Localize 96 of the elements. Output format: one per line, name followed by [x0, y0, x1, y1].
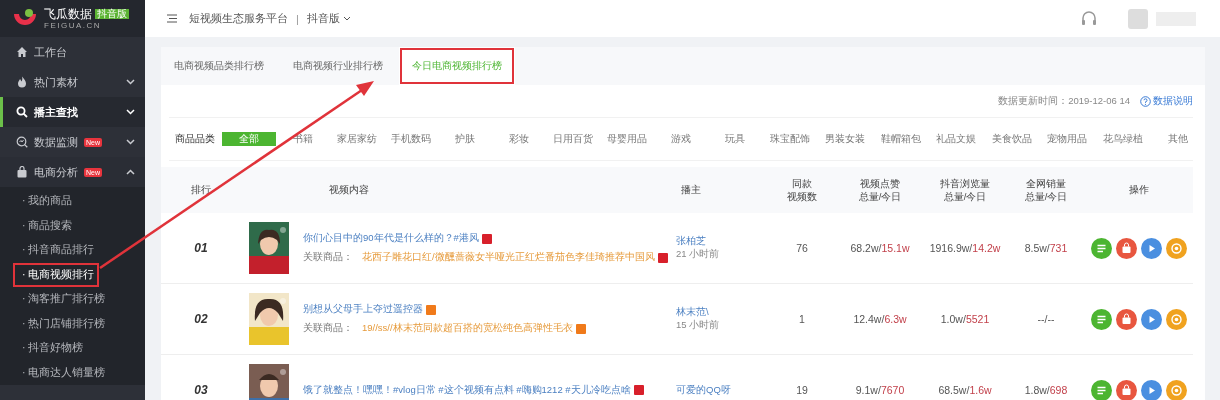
- sales-stat: --/--: [1037, 313, 1055, 325]
- sidebar-item[interactable]: 工作台: [0, 37, 145, 67]
- rank: 01: [194, 241, 208, 255]
- category-filter[interactable]: 彩妆: [492, 132, 546, 146]
- caret-icon: [126, 109, 135, 115]
- caret-icon: [126, 139, 135, 145]
- list-icon[interactable]: [1090, 308, 1112, 330]
- column-header: 播主: [681, 184, 701, 196]
- author-link[interactable]: 张柏芝: [676, 235, 706, 248]
- play-icon[interactable]: [1140, 237, 1162, 259]
- edition-badge: 抖音版: [95, 8, 129, 19]
- views-stat: 1916.9w/14.2w: [929, 242, 1001, 254]
- list-icon[interactable]: [1090, 237, 1112, 259]
- likes-stat: 68.2w/15.1w: [850, 242, 910, 254]
- caret-icon: [126, 169, 135, 175]
- bag-icon[interactable]: [1115, 237, 1137, 259]
- category-filter[interactable]: 全部: [222, 132, 276, 146]
- column-header: 抖音浏览量 总量/今日: [940, 177, 990, 202]
- category-filter[interactable]: 家居家纺: [330, 132, 384, 146]
- search-icon: [16, 106, 28, 118]
- bag-icon[interactable]: [1115, 308, 1137, 330]
- home-icon: [16, 46, 28, 58]
- views-stat: 1.0w/5521: [940, 313, 990, 325]
- category-filter[interactable]: 鞋帽箱包: [873, 132, 929, 146]
- rank: 02: [194, 312, 208, 326]
- column-header: 全网销量 总量/今日: [1024, 177, 1068, 202]
- category-filter[interactable]: 宠物用品: [1039, 132, 1095, 146]
- category-filter[interactable]: 游戏: [654, 132, 708, 146]
- category-filter[interactable]: 男装女装: [817, 132, 873, 146]
- video-title[interactable]: 别想从父母手上夺过遥控器: [303, 303, 423, 316]
- tab[interactable]: 今日电商视频排行榜: [399, 47, 515, 85]
- category-filter[interactable]: 母婴用品: [600, 132, 654, 146]
- headset-icon[interactable]: [1080, 9, 1098, 28]
- help-icon: [1140, 95, 1151, 107]
- submenu-item[interactable]: · 我的商品: [13, 189, 78, 214]
- category-filter[interactable]: 珠宝配饰: [762, 132, 818, 146]
- sales-stat: 1.8w/698: [1024, 384, 1068, 396]
- video-title[interactable]: 饿了就整点！嘿嘿！#vlog日常 #这个视频有点料 #嗨购1212 #天儿冷吃点啥: [303, 383, 631, 397]
- logo-domain: FEIGUA.CN: [44, 21, 103, 30]
- same-video-count: 19: [796, 384, 808, 396]
- post-time: 15 小时前: [676, 319, 720, 332]
- column-header: 同款 视频数: [787, 177, 817, 202]
- caret-icon: [342, 16, 351, 21]
- target-icon[interactable]: [1165, 308, 1187, 330]
- data-help-link[interactable]: 数据说明: [1140, 94, 1193, 108]
- update-time: 数据更新时间：2019-12-06 14: [998, 94, 1130, 108]
- category-filter[interactable]: 其他: [1150, 132, 1206, 146]
- submenu-item[interactable]: · 商品搜索: [13, 213, 78, 238]
- post-time: 21 小时前: [676, 248, 720, 261]
- category-filter[interactable]: 玩具: [708, 132, 762, 146]
- sales-stat: 8.5w/731: [1024, 242, 1068, 254]
- category-label: 商品品类: [175, 132, 215, 146]
- play-icon[interactable]: [1140, 379, 1162, 400]
- submenu-item[interactable]: · 淘客推广排行榜: [13, 287, 111, 312]
- likes-stat: 12.4w/6.3w: [853, 313, 907, 325]
- same-video-count: 76: [796, 242, 808, 254]
- category-filter[interactable]: 美食饮品: [984, 132, 1040, 146]
- sidebar-item[interactable]: 播主查找: [0, 97, 145, 127]
- author-link[interactable]: 林末范\: [676, 306, 709, 319]
- rank: 03: [194, 383, 208, 397]
- flame-icon: [16, 76, 28, 88]
- submenu-item[interactable]: · 抖音好物榜: [13, 336, 89, 361]
- product-label: 关联商品：: [303, 322, 353, 335]
- same-video-count: 1: [799, 313, 805, 325]
- column-header: 视频点赞 总量/今日: [858, 177, 902, 202]
- target-icon[interactable]: [1165, 237, 1187, 259]
- submenu-item[interactable]: · 电商达人销量榜: [13, 360, 111, 385]
- category-filter[interactable]: 礼品文娱: [928, 132, 984, 146]
- play-icon[interactable]: [1140, 308, 1162, 330]
- category-filter[interactable]: 护肤: [438, 132, 492, 146]
- product-label: 关联商品：: [303, 251, 353, 264]
- platform-title: 短视频生态服务平台: [189, 11, 288, 26]
- category-filter[interactable]: 日用百货: [546, 132, 600, 146]
- category-filter[interactable]: 书籍: [276, 132, 330, 146]
- bag-icon[interactable]: [1115, 379, 1137, 400]
- bag-icon: [16, 166, 28, 178]
- submenu-item[interactable]: · 抖音商品排行: [13, 238, 100, 263]
- version-dropdown[interactable]: 抖音版: [306, 11, 351, 26]
- menu-icon[interactable]: [167, 14, 177, 23]
- caret-icon: [126, 79, 135, 85]
- submenu-item[interactable]: · 热门店铺排行榜: [13, 311, 111, 336]
- author-link[interactable]: 可爱的QQ呀: [676, 383, 731, 397]
- category-filter[interactable]: 花鸟绿植: [1095, 132, 1151, 146]
- views-stat: 68.5w/1.6w: [938, 384, 992, 396]
- logo-name: 飞瓜数据: [44, 7, 92, 20]
- video-title[interactable]: 你们心目中的90年代是什么样的？#港风: [303, 232, 479, 245]
- column-header: 视频内容: [329, 184, 369, 196]
- column-header: 操作: [1128, 184, 1149, 196]
- sidebar-item[interactable]: 热门素材: [0, 67, 145, 97]
- list-icon[interactable]: [1090, 379, 1112, 400]
- magnifier-chart-icon: [16, 136, 28, 148]
- target-icon[interactable]: [1165, 379, 1187, 400]
- category-filter[interactable]: 手机数码: [384, 132, 438, 146]
- submenu-item[interactable]: · 电商视频排行: [13, 262, 100, 287]
- separator: |: [296, 12, 299, 25]
- likes-stat: 9.1w/7670: [855, 384, 905, 396]
